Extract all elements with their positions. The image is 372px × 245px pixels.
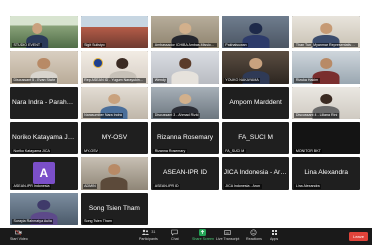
participant-display-name: JICA Indonesia - Arun (223, 169, 288, 177)
name-tile[interactable]: Ampom Marddent (221, 86, 290, 119)
video-tile[interactable]: Narasumber Nara Indra (80, 86, 149, 119)
name-tile[interactable]: Lina Alexandra Lina Alexandra (292, 157, 360, 190)
participant-name: Rizuka Hakim (294, 78, 320, 83)
participant-count: 31 (151, 230, 156, 234)
participant-display-name: FA_SUCI M (238, 134, 273, 142)
participant-display-name: Lina Alexandra (304, 169, 348, 177)
video-tile[interactable]: Rep ASEAN ID - Yugum Narayukingsim (80, 51, 149, 84)
leave-button[interactable]: Leave (349, 232, 368, 241)
video-tile[interactable]: STUDIO EVENT (10, 16, 78, 49)
start-video-label: Start Video (10, 237, 28, 241)
participant-name: Discussant 5 - Evan Stahr (12, 78, 57, 83)
name-tile[interactable]: JICA Indonesia - Arun JICA Indonesia - A… (221, 157, 290, 190)
participant-display-name: Song Tsien Tham (88, 204, 140, 212)
participant-name: MONITOR BKT (294, 148, 323, 154)
participant-display-name: Noriko Katayama JICA (12, 134, 78, 142)
participants-label: Participants (139, 237, 158, 241)
share-screen-label: Share Screen (192, 237, 214, 241)
participant-display-name: Nara Indra - Parahyangan Catholic Univ (12, 98, 78, 106)
participant-name: Than Tun_Myanmar Representative to... (294, 42, 358, 48)
chat-button[interactable]: Chat (171, 229, 179, 241)
live-transcript-button[interactable]: CC Live Transcript (216, 229, 239, 241)
participant-name: ASEAN-IPR Indonesia (12, 184, 51, 189)
video-tile[interactable]: ADMIN (80, 157, 149, 190)
participant-name: Discussant 4 - Liliana Rini (294, 113, 339, 118)
reactions-button[interactable]: Reactions (246, 229, 262, 241)
avatar: A (32, 161, 55, 184)
avatar-tile[interactable]: A ASEAN-IPR Indonesia (10, 157, 78, 190)
chat-bubble-icon (171, 229, 178, 236)
video-tile[interactable]: Discussant 5 - Evan Stahr (10, 51, 78, 84)
share-screen-icon (199, 229, 207, 236)
participant-name: Rizanna Rosemary (153, 148, 187, 154)
participant-display-name: ASEAN-IPR ID (163, 169, 207, 177)
zoom-meeting-window: STUDIO EVENT Sigit Sulistyo Ambassador I… (0, 0, 372, 245)
video-tile[interactable]: Rizuka Hakim (292, 51, 360, 84)
participant-name: Ambassador ICHIBA Ambas.Mission of Jap..… (153, 42, 217, 48)
participant-name: Wendy (153, 78, 168, 83)
reactions-label: Reactions (246, 237, 262, 241)
share-screen-button[interactable]: Share Screen (192, 229, 214, 241)
start-video-button[interactable]: Start Video (10, 229, 28, 241)
video-tile[interactable]: Discussant 4 - Liliana Rini (292, 86, 360, 119)
participant-figure (171, 58, 199, 84)
video-tile[interactable]: Surayia Rahmatya Aulia (10, 192, 78, 225)
chat-label: Chat (171, 237, 179, 241)
name-tile[interactable]: FA_SUCI M FA_SUCI M (221, 121, 290, 155)
video-tile[interactable]: Pakhalsuwan (221, 16, 290, 49)
participant-name: Narasumber Nara Indra (82, 113, 124, 118)
participant-name: ASEAN-IPR ID (153, 184, 181, 189)
smiley-icon (250, 229, 257, 236)
cc-icon: CC (224, 229, 231, 236)
svg-text:CC: CC (226, 231, 230, 235)
live-transcript-label: Live Transcript (216, 237, 240, 241)
video-tile[interactable]: YOUKO NAKAYAMA (221, 51, 290, 84)
participant-name: ADMIN (82, 184, 98, 189)
video-tile[interactable]: Discussant 3 - Ahmad Rizki (151, 86, 219, 119)
video-tile[interactable]: Sigit Sulistyo (80, 16, 149, 49)
meeting-toolbar: Start Video 31 Participants Chat Share S… (0, 228, 372, 245)
participant-name: Surayia Rahmatya Aulia (12, 219, 54, 224)
participants-icon: 31 (141, 229, 155, 236)
apps-grid-icon (271, 229, 278, 236)
participants-button[interactable]: 31 Participants (139, 229, 158, 241)
apps-label: Apps (270, 237, 279, 241)
apps-button[interactable]: Apps (270, 229, 278, 241)
name-tile[interactable]: ASEAN-IPR ID ASEAN-IPR ID (151, 157, 219, 190)
video-tile[interactable]: Wendy (151, 51, 219, 84)
video-tile[interactable]: Than Tun_Myanmar Representative to... (292, 16, 360, 49)
video-tile[interactable]: MONITOR BKT (292, 121, 360, 155)
name-tile[interactable]: Song Tsien Tham Song Tsien Tham (80, 192, 149, 225)
gallery-grid: STUDIO EVENT Sigit Sulistyo Ambassador I… (10, 16, 360, 225)
participant-name: Discussant 3 - Ahmad Rizki (153, 113, 200, 118)
name-tile[interactable]: Nara Indra - Parahyangan Catholic Univ (10, 86, 78, 119)
participant-name: Pakhalsuwan (223, 42, 249, 48)
participant-name: Noriko Katayama JICA (12, 148, 52, 154)
participant-name: MY-OSV (82, 148, 100, 154)
participant-name: Lina Alexandra (294, 184, 322, 189)
participant-name: YOUKO NAKAYAMA (223, 78, 261, 83)
participant-name: JICA Indonesia - Arun (223, 184, 262, 189)
participant-name: STUDIO EVENT (12, 42, 42, 48)
participant-name: Song Tsien Tham (82, 219, 114, 224)
participant-figure (100, 164, 128, 190)
participant-name: Rep ASEAN ID - Yugum Narayukingsim (82, 78, 147, 83)
participant-display-name: MY-OSV (101, 134, 128, 142)
name-tile[interactable]: MY-OSV MY-OSV (80, 121, 149, 155)
video-tile-active-speaker[interactable]: Ambassador ICHIBA Ambas.Mission of Jap..… (151, 16, 219, 49)
participant-name: FA_SUCI M (223, 148, 246, 154)
name-tile[interactable]: Noriko Katayama JICA Noriko Katayama JIC… (10, 121, 78, 155)
participant-name: Sigit Sulistyo (82, 42, 107, 48)
participant-display-name: Ampom Marddent (229, 98, 282, 106)
name-tile[interactable]: Rizanna Rosemary Rizanna Rosemary (151, 121, 219, 155)
video-camera-icon (15, 229, 22, 236)
participant-display-name: Rizanna Rosemary (156, 134, 214, 142)
